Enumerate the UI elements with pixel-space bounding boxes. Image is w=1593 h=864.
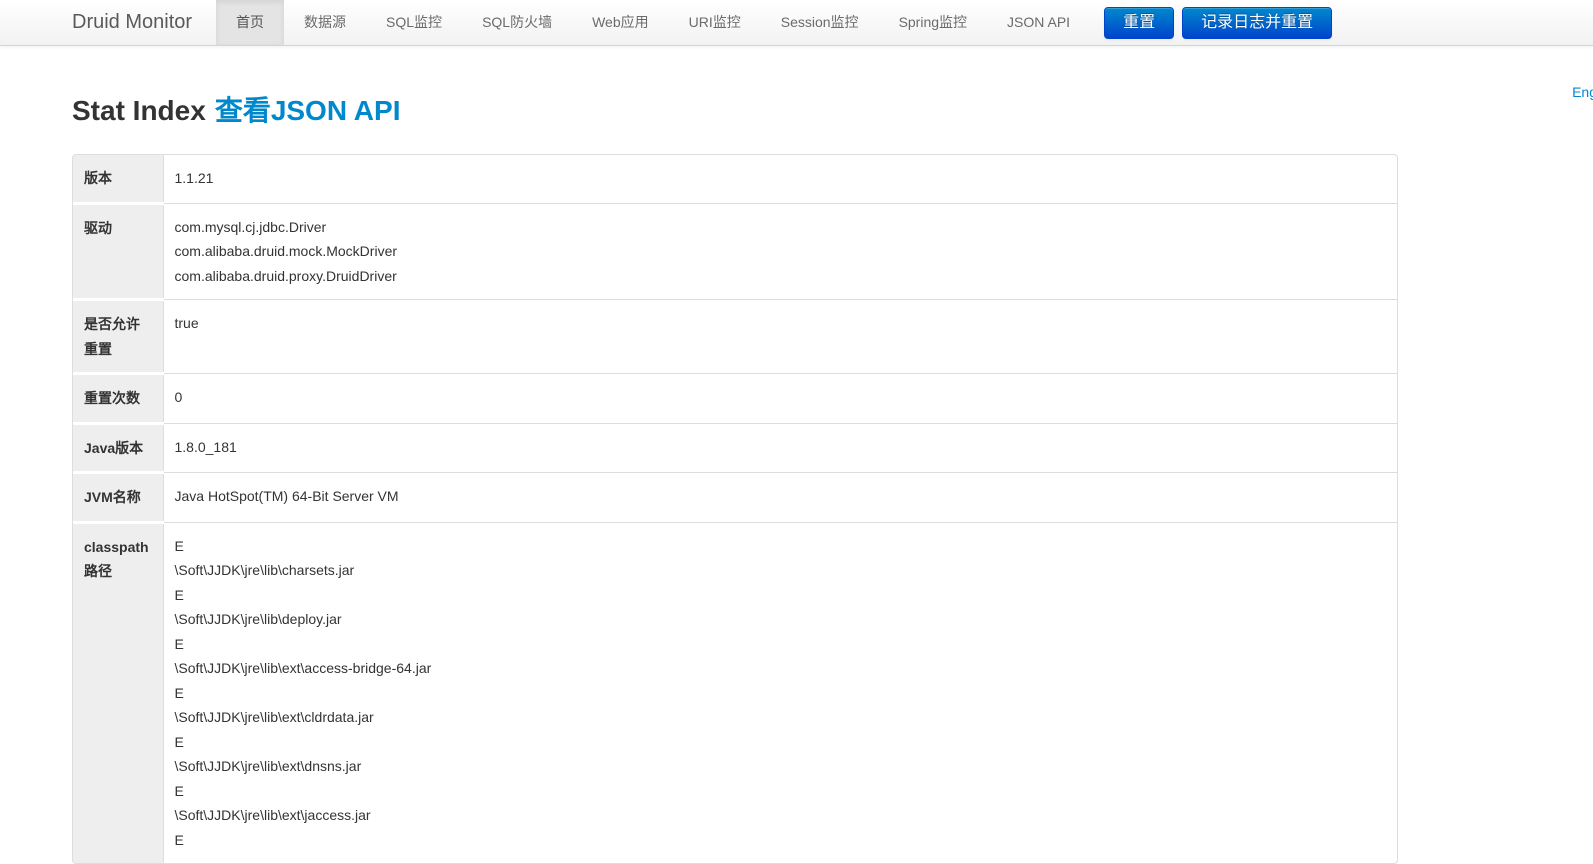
nav-item-home[interactable]: 首页 [216,0,285,45]
value-line: true [174,315,199,331]
row-label: JVM名称 [73,472,164,524]
row-value: 0 [163,373,1397,424]
stat-table: 版本 1.1.21 驱动 com.mysql.cj.jdbc.Driver com.al… [73,155,1397,863]
table-row: JVM名称 Java HotSpot(TM) 64-Bit Server VM [73,472,1397,524]
table-row: 是否允许重置 true [73,299,1397,375]
brand-title: Druid Monitor [72,11,193,33]
value-line: \Soft\JJDK\jre\lib\charsets.jar [174,562,355,578]
row-value: 1.1.21 [163,155,1397,204]
value-line: \Soft\JJDK\jre\lib\ext\cldrdata.jar [174,709,374,725]
language-link[interactable]: Eng [1572,84,1593,100]
value-line: 1.1.21 [174,170,214,186]
page-title: Stat Index 查看JSON API [72,92,1593,130]
main-content: Stat Index 查看JSON API 版本 1.1.21 驱动 com.mysql… [72,92,1593,864]
table-row: Java版本 1.8.0_181 [73,423,1397,474]
value-line: E [174,782,184,799]
value-line: com.alibaba.druid.proxy.DruidDriver [174,267,397,284]
row-value: E \Soft\JJDK\jre\lib\charsets.jar E \Soft\J… [163,522,1397,863]
value-line: \Soft\JJDK\jre\lib\deploy.jar [174,611,342,627]
nav-item-session-monitor[interactable]: Session监控 [761,0,879,45]
row-label: classpath路径 [73,522,164,863]
log-and-reset-button[interactable]: 记录日志并重置 [1182,6,1333,39]
value-line: E [174,733,184,750]
navbar: Druid Monitor 首页 数据源 SQL监控 SQL防火墙 Web应用 URI监控… [0,0,1593,46]
table-row: 版本 1.1.21 [73,155,1397,205]
value-line: Java HotSpot(TM) 64-Bit Server VM [174,488,399,504]
navbar-buttons: 重置 记录日志并重置 [1104,0,1333,45]
nav-item-uri-monitor[interactable]: URI监控 [669,0,761,45]
stat-table-body: 版本 1.1.21 驱动 com.mysql.cj.jdbc.Driver com.al… [73,155,1397,863]
value-line: \Soft\JJDK\jre\lib\ext\jaccess.jar [174,807,371,823]
table-row: classpath路径 E \Soft\JJDK\jre\lib\charsets.… [73,522,1397,863]
row-label: 版本 [73,155,164,205]
nav-item-spring-monitor[interactable]: Spring监控 [879,0,987,45]
row-value: true [163,299,1397,374]
row-label: 驱动 [73,203,164,301]
nav-item-web-app[interactable]: Web应用 [572,0,669,45]
row-value: com.mysql.cj.jdbc.Driver com.alibaba.drui… [163,203,1397,300]
value-line: E [174,586,184,603]
value-line: E [174,635,184,652]
nav-item-sql-firewall[interactable]: SQL防火墙 [462,0,572,45]
row-label: Java版本 [73,423,164,474]
value-line: \Soft\JJDK\jre\lib\ext\access-bridge-64.… [174,660,432,676]
row-label: 重置次数 [73,373,164,425]
value-line: com.mysql.cj.jdbc.Driver [174,218,327,235]
page-title-text: Stat Index [72,95,206,126]
value-line: E [174,684,184,701]
value-line: E [174,537,184,554]
row-value: 1.8.0_181 [163,423,1397,473]
nav-item-json-api[interactable]: JSON API [987,0,1090,45]
table-row: 重置次数 0 [73,373,1397,425]
nav-item-sql-monitor[interactable]: SQL监控 [366,0,462,45]
value-line: \Soft\JJDK\jre\lib\ext\dnsns.jar [174,758,362,774]
value-line: 1.8.0_181 [174,438,237,455]
table-row: 驱动 com.mysql.cj.jdbc.Driver com.alibaba.dr… [73,203,1397,301]
row-value: Java HotSpot(TM) 64-Bit Server VM [163,472,1397,523]
druid-stat-index-page: { "navbar": { "brand": "Druid Monitor", … [0,0,1593,864]
value-line: com.alibaba.druid.mock.MockDriver [174,243,398,259]
value-line: 0 [174,389,183,405]
reset-button[interactable]: 重置 [1104,6,1175,39]
nav-item-datasource[interactable]: 数据源 [284,0,366,45]
view-json-api-link[interactable]: 查看JSON API [215,95,401,126]
stat-table-wrap: 版本 1.1.21 驱动 com.mysql.cj.jdbc.Driver com.al… [72,154,1398,864]
value-line: E [174,831,184,848]
row-label: 是否允许重置 [73,299,164,375]
navbar-menu: 首页 数据源 SQL监控 SQL防火墙 Web应用 URI监控 Session监控 Sprin… [216,0,1090,45]
